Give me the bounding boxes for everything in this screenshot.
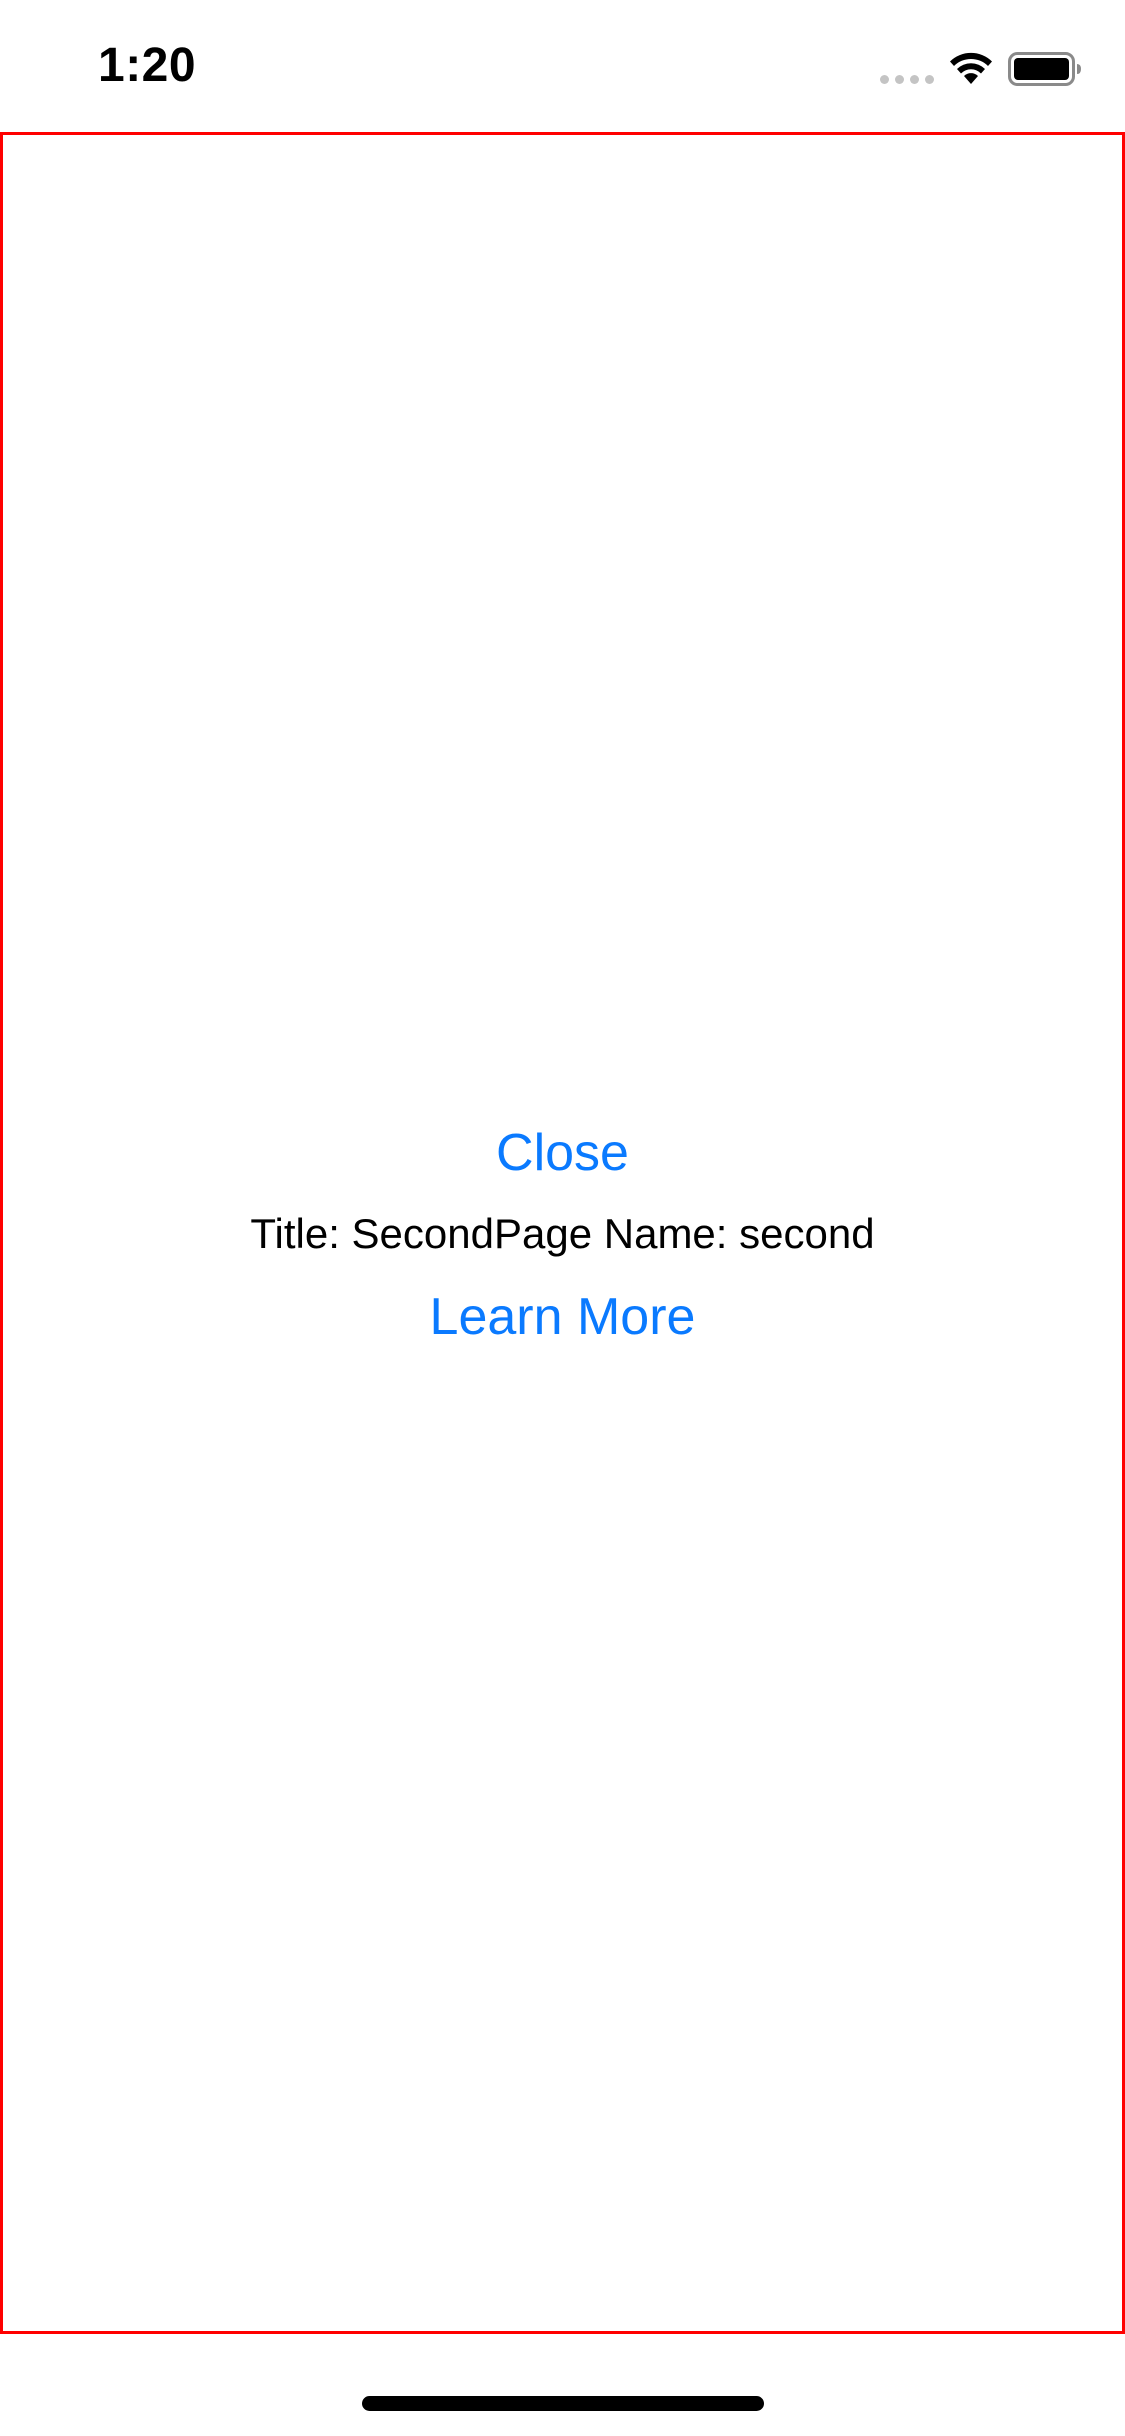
status-time: 1:20 (98, 39, 197, 92)
content-frame: Close Title: SecondPage Name: second Lea… (0, 132, 1125, 2334)
status-bar: 1:20 (0, 0, 1125, 132)
wifi-icon (950, 52, 992, 84)
screen: 1:20 Close Title: SecondPage Name: secon… (0, 0, 1125, 2436)
cellular-signal-icon (880, 73, 934, 85)
battery-icon (1008, 52, 1081, 86)
home-indicator[interactable] (362, 2396, 764, 2411)
content-area: Close Title: SecondPage Name: second Lea… (3, 135, 1122, 2331)
title-name-label: Title: SecondPage Name: second (250, 1210, 875, 1257)
learn-more-button[interactable]: Learn More (3, 1282, 1122, 1352)
close-button[interactable]: Close (3, 1118, 1122, 1188)
